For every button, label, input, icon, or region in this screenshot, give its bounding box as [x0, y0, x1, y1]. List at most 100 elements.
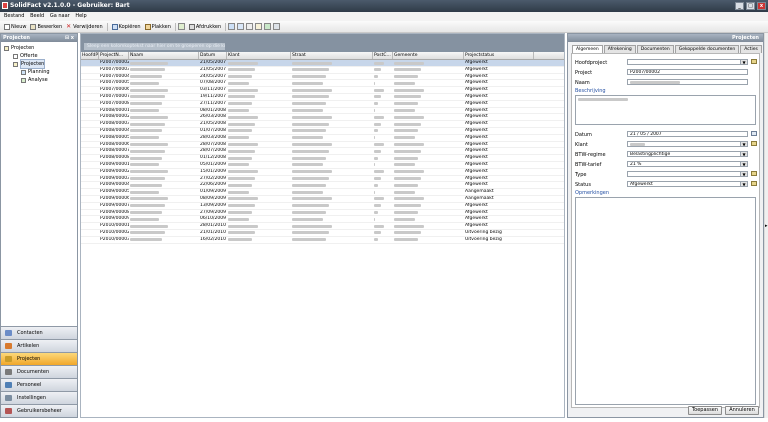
table-row[interactable]: P2007/00008 27/11/2007 Afgewerkt — [81, 101, 564, 108]
klant-dropdown[interactable]: ▼ — [627, 141, 748, 147]
table-row[interactable]: P2009/00008 27/09/2009 Afgewerkt — [81, 210, 564, 217]
table-row[interactable]: P2009/00004 22/06/2009 Afgewerkt — [81, 182, 564, 190]
table-row[interactable]: P2007/00006 03/11/2007 Afgewerkt — [81, 87, 564, 94]
table-row[interactable]: P2007/00004 24/05/2007 Afgewerkt — [81, 74, 564, 81]
table-row[interactable]: P2007/00005 07/08/2007 Afgewerkt — [81, 80, 564, 88]
col-klant[interactable]: Klant — [227, 52, 291, 59]
menu-beeld[interactable]: Beeld — [30, 13, 44, 19]
nav-artikelen[interactable]: Artikelen — [1, 339, 77, 352]
table-row[interactable]: P2008/00002 26/03/2008 Afgewerkt — [81, 114, 564, 122]
export-icon[interactable] — [264, 23, 272, 30]
cell-blurred — [373, 128, 393, 134]
refresh-icon[interactable] — [177, 23, 185, 30]
table-row[interactable]: P2009/00006 08/09/2009 Aangemaakt — [81, 196, 564, 203]
minimize-button[interactable]: _ — [735, 2, 744, 10]
col-gemeente[interactable]: Gemeente — [393, 52, 464, 59]
col-datum[interactable]: Datum — [199, 52, 227, 59]
cell-projectstatus: Afgewerkt — [465, 216, 488, 222]
menu-help[interactable]: Help — [75, 13, 86, 19]
beschrijving-textarea[interactable] — [575, 95, 756, 125]
paste-button[interactable]: Plakken — [144, 23, 171, 30]
cell-projectnummer: P2008/00007 — [100, 148, 129, 154]
table-row[interactable]: P2008/00001 08/01/2008 Afgewerkt — [81, 108, 564, 115]
copy-button[interactable]: Kopiëren — [111, 23, 141, 30]
tree-item-projecten-root[interactable]: Projecten — [1, 44, 77, 52]
status-dropdown[interactable]: Afgewerkt ▼ — [627, 181, 748, 187]
naam-field[interactable] — [627, 79, 748, 85]
window-edge-scrollbar[interactable]: ▸ — [764, 33, 768, 418]
type-dropdown[interactable]: ▼ — [627, 171, 748, 177]
lookup-icon[interactable] — [751, 141, 757, 146]
table-row[interactable]: P2008/00006 28/07/2008 Afgewerkt — [81, 142, 564, 149]
table-row[interactable]: P2010/00002 21/01/2010 Uitvoering bezig — [81, 230, 564, 237]
tree-item-planning[interactable]: Planning — [1, 68, 77, 76]
opmerkingen-textarea[interactable] — [575, 197, 756, 405]
table-row[interactable]: P2007/00007 19/11/2007 Afgewerkt — [81, 94, 564, 101]
table-row[interactable]: P2008/00008 01/12/2008 Afgewerkt — [81, 155, 564, 162]
table-row[interactable]: P2008/00003 21/05/2008 Afgewerkt — [81, 121, 564, 128]
table-row[interactable]: P2008/00007 28/07/2008 Afgewerkt — [81, 148, 564, 156]
edit-button[interactable]: Bewerken — [30, 23, 62, 30]
cancel-button[interactable]: Annuleren — [725, 406, 759, 415]
table-row[interactable]: P2009/00001 05/01/2009 Afgewerkt — [81, 162, 564, 169]
btw-regime-dropdown[interactable]: Belastingplichtige ▼ — [627, 151, 748, 157]
new-button[interactable]: Nieuw — [4, 23, 26, 30]
table-row[interactable]: P2010/00003 16/02/2010 Uitvoering bezig — [81, 237, 564, 244]
col-naam[interactable]: Naam — [129, 52, 199, 59]
delete-button[interactable]: ✕ Verwijderen — [66, 23, 102, 30]
nav-instellingen[interactable]: Instellingen — [1, 391, 77, 404]
table-row[interactable]: P2008/00004 01/07/2008 Afgewerkt — [81, 128, 564, 135]
tree-item-analyse[interactable]: Analyse — [1, 76, 77, 84]
cell-projectnummer: P2009/00005 — [100, 189, 129, 195]
settings-icon[interactable] — [273, 23, 281, 30]
layout-icon[interactable] — [228, 23, 236, 30]
cell-blurred — [393, 101, 464, 107]
menu-bestand[interactable]: Bestand — [4, 13, 24, 19]
col-straat[interactable]: Straat — [291, 52, 373, 59]
table-row[interactable]: P2007/00002 21/05/2007 Afgewerkt — [81, 60, 564, 67]
tab-afrekening[interactable]: Afrekening — [603, 45, 636, 53]
table-row[interactable]: P2010/00001 28/01/2010 Afgewerkt — [81, 223, 564, 230]
nav-gebruikersbeheer[interactable]: Gebruikersbeheer — [1, 404, 77, 417]
maximize-button[interactable]: □ — [746, 2, 755, 10]
cell-blurred — [81, 210, 99, 216]
pin-close-icon[interactable]: ⊟ x — [65, 34, 74, 42]
menu-ga-naar[interactable]: Ga naar — [50, 13, 70, 19]
nav-documenten[interactable]: Documenten — [1, 365, 77, 378]
report-icon[interactable] — [246, 23, 254, 30]
group-by-area[interactable]: Sleep een kolomkoptekst naar hier om te … — [81, 34, 564, 52]
mail-icon[interactable] — [255, 23, 263, 30]
table-row[interactable]: P2009/00003 27/02/2009 Afgewerkt — [81, 176, 564, 183]
tab-documenten[interactable]: Documenten — [636, 45, 674, 53]
datum-picker[interactable]: 21 / 05 / 2007 — [627, 131, 748, 137]
lookup-icon[interactable] — [751, 181, 757, 186]
tab-algemeen[interactable]: Algemeen — [572, 45, 603, 53]
hoofdproject-dropdown[interactable]: ▼ — [627, 59, 748, 65]
nav-contacten[interactable]: Contacten — [1, 326, 77, 339]
project-field[interactable]: P2007/00002 — [627, 69, 748, 75]
nav-personeel[interactable]: Personeel — [1, 378, 77, 391]
close-button[interactable]: x — [757, 2, 766, 10]
apply-button[interactable]: Toepassen — [688, 406, 722, 415]
table-row[interactable]: P2008/00005 28/03/2008 Afgewerkt — [81, 135, 564, 142]
table-row[interactable]: P2009/00002 15/01/2009 Afgewerkt — [81, 169, 564, 176]
print-button[interactable]: Afdrukken — [188, 23, 221, 30]
table-row[interactable]: P2009/00009 06/10/2009 Afgewerkt — [81, 216, 564, 224]
table-row[interactable]: P2009/00005 01/09/2009 Aangemaakt — [81, 189, 564, 196]
col-hoofdproject[interactable]: HoofdProje... — [81, 52, 99, 59]
preview-icon[interactable] — [237, 23, 245, 30]
btw-tarief-dropdown[interactable]: 21 % ▼ — [627, 161, 748, 167]
col-postcode[interactable]: PostC... — [373, 52, 393, 59]
nav-projecten[interactable]: Projecten — [1, 352, 77, 365]
calendar-icon[interactable] — [751, 131, 757, 136]
tab-gekoppelde-documenten[interactable]: Gekoppelde documenten — [674, 45, 740, 53]
blurred-text — [394, 75, 418, 79]
lookup-icon[interactable] — [751, 59, 757, 64]
tree-item-projecten[interactable]: Projecten — [1, 59, 77, 69]
tab-acties[interactable]: Acties — [740, 45, 762, 53]
lookup-icon[interactable] — [751, 171, 757, 176]
table-row[interactable]: P2007/00003 21/05/2007 Afgewerkt — [81, 67, 564, 74]
table-row[interactable]: P2009/00007 13/09/2009 Afgewerkt — [81, 203, 564, 210]
col-projectnummer[interactable]: ProjectN... — [99, 52, 129, 59]
col-projectstatus[interactable]: Projectstatus — [464, 52, 534, 59]
